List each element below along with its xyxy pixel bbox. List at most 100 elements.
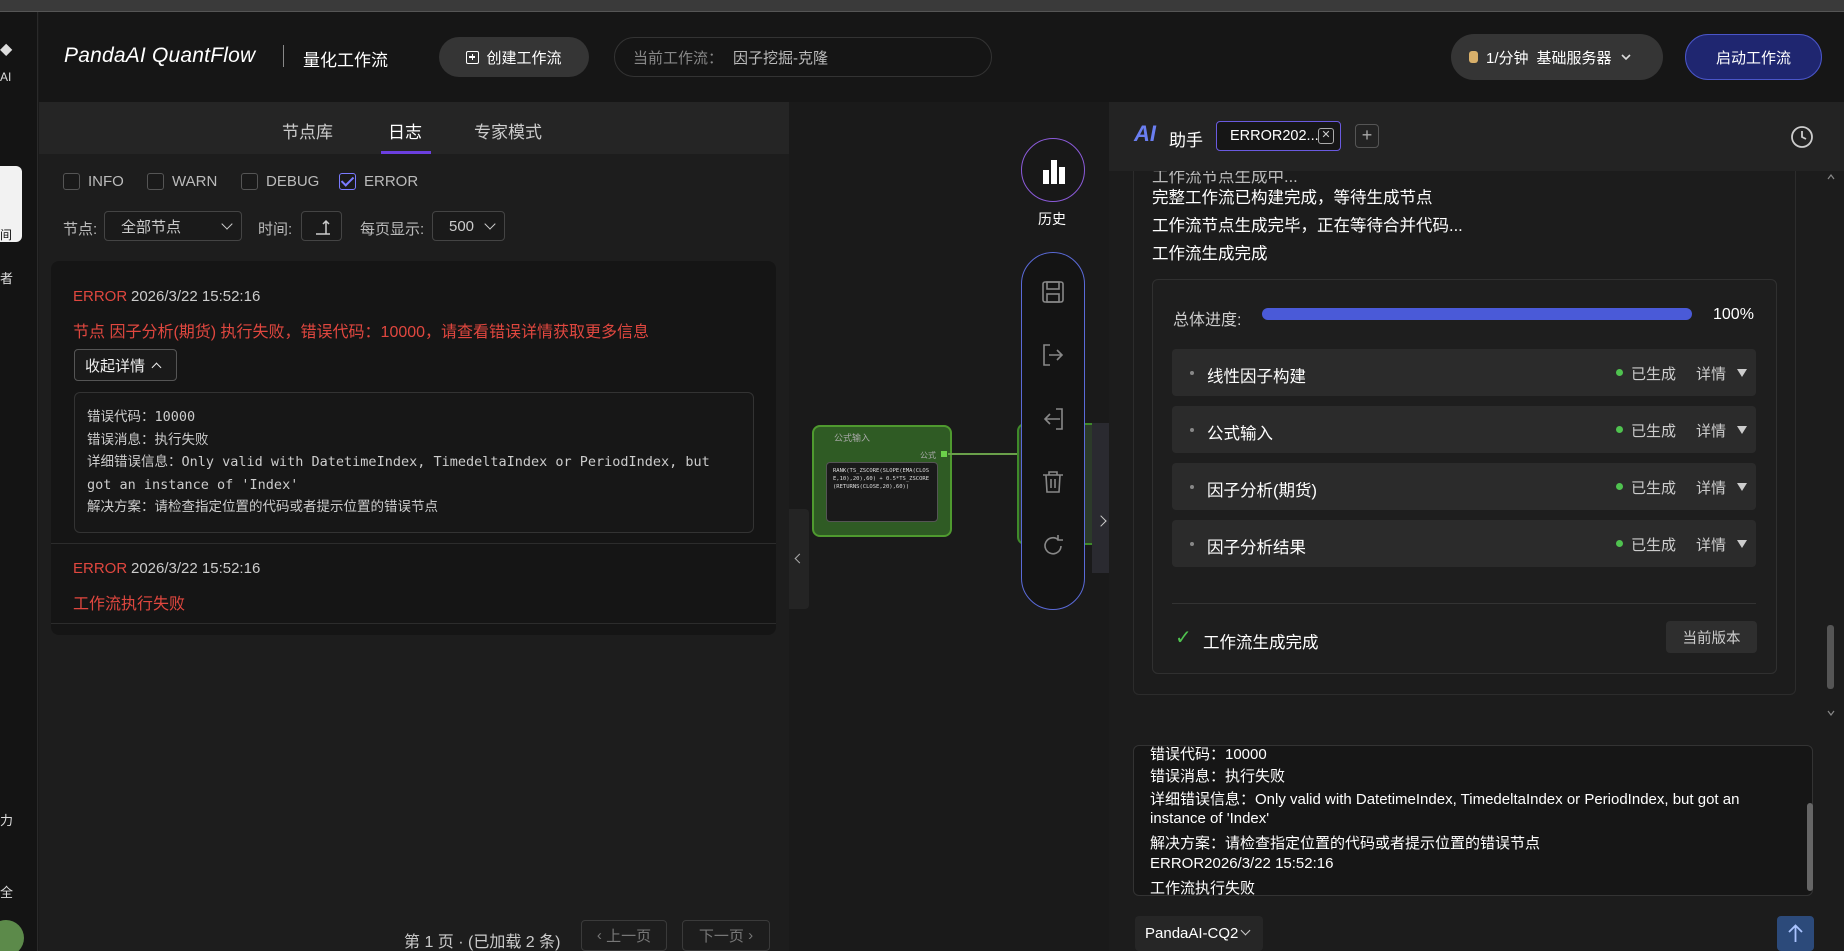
- step-item[interactable]: 线性因子构建 已生成 详情: [1172, 349, 1756, 396]
- card-divider: [1172, 603, 1756, 604]
- tab-expert-mode[interactable]: 专家模式: [474, 118, 542, 143]
- step-item[interactable]: 因子分析(期货) 已生成 详情: [1172, 463, 1756, 510]
- panel-collapse-handle[interactable]: [789, 509, 809, 609]
- ai-scroll-thumb[interactable]: [1827, 625, 1834, 689]
- filter-error[interactable]: ERROR: [339, 173, 418, 190]
- checkbox-debug[interactable]: [241, 173, 258, 190]
- step-status: 已生成: [1631, 366, 1677, 383]
- log-level: ERROR: [73, 288, 128, 305]
- time-sort-button[interactable]: [301, 211, 342, 241]
- bullet-icon: [1190, 428, 1194, 432]
- prev-page-label: 上一页: [606, 928, 652, 945]
- history-button[interactable]: [1021, 138, 1085, 202]
- error-solution: 解决方案：请检查指定位置的代码或者提示位置的错误节点: [87, 499, 438, 515]
- bullet-icon: [1190, 542, 1194, 546]
- log-level: ERROR: [73, 560, 128, 577]
- error-detail: 详细错误信息：Only valid with DatetimeIndex, Ti…: [87, 454, 710, 493]
- check-icon: ✓: [1175, 627, 1192, 649]
- ai-message: 完整工作流已构建完成，等待生成节点: [1152, 189, 1433, 207]
- node-output-port[interactable]: [941, 451, 947, 457]
- start-workflow-button[interactable]: 启动工作流: [1685, 34, 1822, 80]
- step-item[interactable]: 公式输入 已生成 详情: [1172, 406, 1756, 453]
- status-dot-icon: [1616, 540, 1623, 547]
- error-detail-box: 错误代码：10000 错误消息：执行失败 详细错误信息：Only valid w…: [74, 392, 754, 533]
- log-divider: [51, 543, 776, 544]
- model-name: PandaAI-CQ2: [1145, 925, 1239, 942]
- coin-icon: [1469, 51, 1478, 63]
- current-version-button[interactable]: 当前版本: [1666, 621, 1757, 653]
- step-item[interactable]: 因子分析结果 已生成 详情: [1172, 520, 1756, 567]
- chevron-up-icon: [151, 362, 162, 372]
- input-line: 解决方案：请检查指定位置的代码或者提示位置的错误节点: [1150, 835, 1541, 852]
- filter-error-label: ERROR: [364, 173, 419, 190]
- checkbox-warn[interactable]: [147, 173, 164, 190]
- filter-info[interactable]: INFO: [63, 173, 124, 190]
- error-code: 错误代码：10000: [87, 409, 196, 425]
- log-time: 2026/3/22 15:52:16: [131, 560, 261, 577]
- avatar[interactable]: [0, 920, 24, 951]
- left-rail: ◆ AI 间 者 力 全: [0, 12, 38, 951]
- checkbox-info[interactable]: [63, 173, 80, 190]
- prev-page-button[interactable]: ‹ 上一页: [581, 920, 667, 951]
- node-filter-select[interactable]: 全部节点: [104, 211, 242, 241]
- create-workflow-button[interactable]: 创建工作流: [439, 37, 589, 77]
- clock-icon[interactable]: [1790, 125, 1814, 149]
- step-detail-button[interactable]: 详情: [1696, 477, 1726, 498]
- current-workflow-field[interactable]: 当前工作流： 因子挖掘-克隆: [614, 37, 992, 77]
- server-selector[interactable]: 1/分钟 基础服务器: [1451, 34, 1663, 80]
- step-status: 已生成: [1631, 423, 1677, 440]
- step-detail-button[interactable]: 详情: [1696, 534, 1726, 555]
- step-name: 线性因子构建: [1207, 368, 1306, 386]
- tab-node-library[interactable]: 节点库: [282, 118, 333, 143]
- filter-debug[interactable]: DEBUG: [241, 173, 319, 190]
- create-workflow-label: 创建工作流: [486, 49, 562, 67]
- step-name: 公式输入: [1207, 425, 1273, 443]
- done-label: 工作流生成完成: [1203, 634, 1319, 652]
- send-button[interactable]: [1777, 916, 1814, 951]
- ai-logo: AI: [1134, 121, 1156, 146]
- add-session-button[interactable]: +: [1355, 124, 1379, 148]
- node-filter-value: 全部节点: [121, 218, 182, 236]
- close-icon[interactable]: ✕: [1318, 128, 1334, 144]
- rail-item-active[interactable]: 间: [0, 166, 22, 242]
- input-line: 错误代码：10000: [1150, 746, 1267, 763]
- page-info: 第 1 页 · (已加载 2 条): [404, 934, 561, 951]
- save-icon[interactable]: [1040, 279, 1066, 305]
- tab-log[interactable]: 日志: [388, 118, 422, 143]
- export-icon[interactable]: [1040, 342, 1066, 368]
- per-page-select[interactable]: 500: [432, 211, 505, 241]
- bar-chart-icon: [1043, 160, 1065, 184]
- caret-down-icon[interactable]: [1737, 369, 1747, 377]
- step-detail-button[interactable]: 详情: [1696, 420, 1726, 441]
- per-page-value: 500: [449, 217, 475, 235]
- model-selector[interactable]: PandaAI-CQ2: [1135, 916, 1263, 951]
- tab-active-indicator: [381, 151, 431, 154]
- session-tab[interactable]: ERROR202... ✕: [1216, 121, 1341, 151]
- next-page-button[interactable]: 下一页 ›: [682, 920, 770, 951]
- checkbox-error[interactable]: [339, 173, 356, 190]
- log-divider: [51, 623, 776, 624]
- refresh-icon[interactable]: [1040, 533, 1066, 559]
- input-scroll-thumb[interactable]: [1807, 803, 1813, 891]
- rail-logo-text: AI: [0, 70, 12, 84]
- filter-warn[interactable]: WARN: [147, 173, 217, 190]
- next-page-label: 下一页: [698, 928, 744, 945]
- chevron-down-icon: [484, 218, 496, 230]
- rail-item-2[interactable]: 力: [0, 810, 13, 829]
- caret-down-icon[interactable]: [1737, 540, 1747, 548]
- step-status: 已生成: [1631, 537, 1677, 554]
- log-message: 节点 因子分析(期货) 执行失败，错误代码：10000，请查看错误详情获取更多信…: [73, 324, 650, 341]
- rail-item-1[interactable]: 者: [0, 268, 13, 287]
- ai-message: 工作流生成完成: [1152, 245, 1268, 263]
- trash-icon[interactable]: [1040, 469, 1066, 495]
- caret-down-icon[interactable]: [1737, 483, 1747, 491]
- status-dot-icon: [1616, 483, 1623, 490]
- progress-bar: [1262, 308, 1692, 320]
- rail-item-3[interactable]: 全: [0, 882, 13, 901]
- import-icon[interactable]: [1040, 406, 1066, 432]
- sort-icon: [316, 219, 330, 235]
- filter-info-label: INFO: [88, 173, 124, 190]
- step-detail-button[interactable]: 详情: [1696, 363, 1726, 384]
- caret-down-icon[interactable]: [1737, 426, 1747, 434]
- collapse-details-button[interactable]: 收起详情: [74, 349, 177, 381]
